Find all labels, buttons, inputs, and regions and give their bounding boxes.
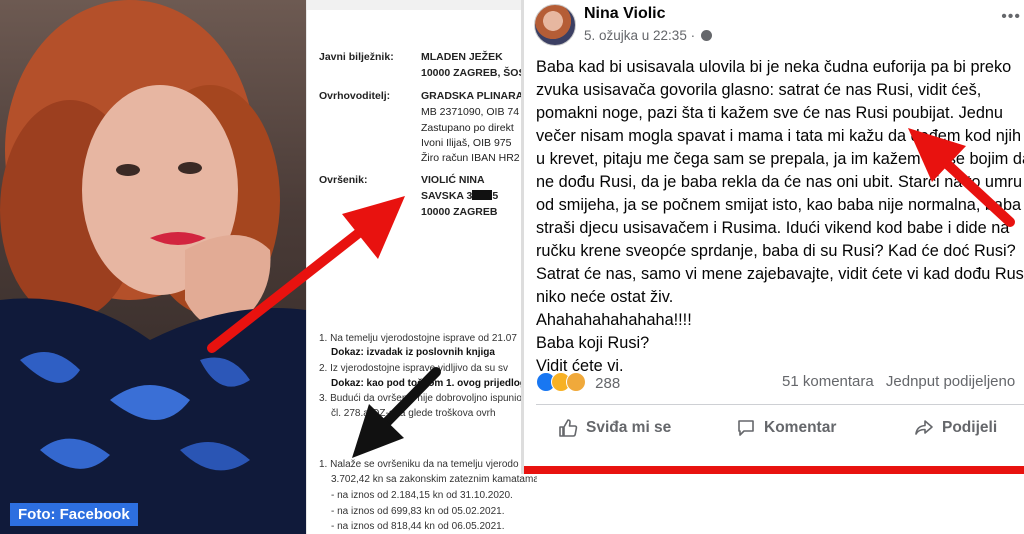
- comment-button[interactable]: Komentar: [736, 414, 836, 442]
- share-button-label: Podijeli: [942, 419, 998, 436]
- enforcement-document: Javni bilježnik: MLADEN JEŽEK 10000 ZAGR…: [306, 0, 537, 534]
- creditor-label: Ovrhovoditelj:: [319, 90, 391, 102]
- doc-item-1: 1. Na temelju vjerodostojne isprave od 2…: [319, 333, 517, 344]
- post-body-text: Baba kad bi usisavala ulovila bi je neka…: [536, 58, 1024, 375]
- redaction-box: [472, 190, 493, 200]
- doc-amount-line-2: - na iznos od 699,83 kn od 05.02.2021.: [331, 506, 505, 517]
- engagement-stats: 51 komentara Jednput podijeljeno: [782, 373, 1015, 390]
- doc-amount-line-3: - na iznos od 818,44 kn od 06.05.2021.: [331, 521, 505, 532]
- thumbs-up-icon: [559, 419, 578, 437]
- comment-button-label: Komentar: [764, 419, 837, 436]
- debtor-name: VIOLIĆ NINA: [421, 174, 485, 186]
- doc-item-2-proof-text: Dokaz: kao pod točkom 1. ovog prijedloga: [331, 378, 532, 389]
- share-icon: [915, 420, 933, 435]
- debtor-label: Ovršenik:: [319, 174, 368, 186]
- debtor-city: 10000 ZAGREB: [421, 206, 498, 218]
- comment-count-link[interactable]: 51 komentara: [782, 373, 874, 390]
- debtor-street-suffix: 5: [492, 190, 499, 202]
- like-button-label: Sviđa mi se: [586, 419, 672, 436]
- share-count-link[interactable]: Jednput podijeljeno: [886, 373, 1015, 390]
- notary-label: Javni bilježnik:: [319, 51, 394, 63]
- doc-item-3-cont: čl. 278.a OZ-a, a glede troškova ovrh: [331, 408, 496, 419]
- debtor-street: SAVSKA 3 5: [421, 190, 498, 203]
- more-options-icon[interactable]: •••: [1001, 8, 1021, 26]
- creditor-ids: MB 2371090, OIB 74: [421, 106, 520, 118]
- doc-item-1-proof-text: Dokaz: izvadak iz poslovnih knjiga: [331, 347, 495, 358]
- notary-address: 10000 ZAGREB, ŠOS: [421, 67, 526, 79]
- reaction-count: 288: [595, 375, 621, 392]
- portrait-photo: Foto: Facebook: [0, 0, 306, 534]
- debtor-street-prefix: SAVSKA 3: [421, 190, 473, 202]
- doc-item-1-proof: Dokaz: izvadak iz poslovnih knjiga: [319, 346, 537, 359]
- doc-item-2: 2. Iz vjerodostojne isprave vidljivo da …: [319, 363, 508, 374]
- doc-item-2-proof: Dokaz: kao pod točkom 1. ovog prijedloga: [319, 377, 537, 390]
- globe-icon: [700, 30, 712, 41]
- doc-amount-line-1: - na iznos od 2.184,15 kn od 31.10.2020.: [331, 490, 513, 501]
- photo-credit-badge: Foto: Facebook: [10, 503, 138, 526]
- avatar[interactable]: [534, 4, 576, 46]
- facebook-post: Nina Violic 5. ožujka u 22:35 · ••• Baba…: [521, 0, 1024, 474]
- actions-divider: [536, 404, 1024, 405]
- doc-item-3: 3. Budući da ovršenik nije dobrovoljno i…: [319, 393, 522, 404]
- creditor-iban: Žiro račun IBAN HR2: [421, 152, 520, 164]
- reaction-icons: [536, 372, 586, 396]
- care-reaction-icon: [566, 372, 586, 392]
- share-button[interactable]: Podijeli: [914, 414, 997, 442]
- document-top-bar: [307, 0, 537, 10]
- red-underline-bar: [524, 466, 1024, 474]
- creditor-representative: Zastupano po direkt: [421, 122, 514, 134]
- reactions-summary[interactable]: 288: [536, 372, 620, 396]
- portrait-illustration: [0, 0, 306, 534]
- creditor-representative-oib: Ivoni Ilijaš, OIB 975: [421, 137, 512, 149]
- post-author[interactable]: Nina Violic: [584, 5, 666, 23]
- notary-name: MLADEN JEŽEK: [421, 51, 503, 63]
- doc-order-1: 1. Nalaže se ovršeniku da na temelju vje…: [319, 459, 519, 470]
- creditor-name: GRADSKA PLINARA: [421, 90, 524, 102]
- doc-order-amount: 3.702,42 kn sa zakonskim zateznim kamata…: [331, 474, 537, 485]
- like-button[interactable]: Sviđa mi se: [558, 414, 671, 442]
- comment-icon: [738, 420, 754, 436]
- post-meta: 5. ožujka u 22:35 ·: [584, 28, 712, 43]
- post-date[interactable]: 5. ožujka u 22:35 ·: [584, 28, 695, 43]
